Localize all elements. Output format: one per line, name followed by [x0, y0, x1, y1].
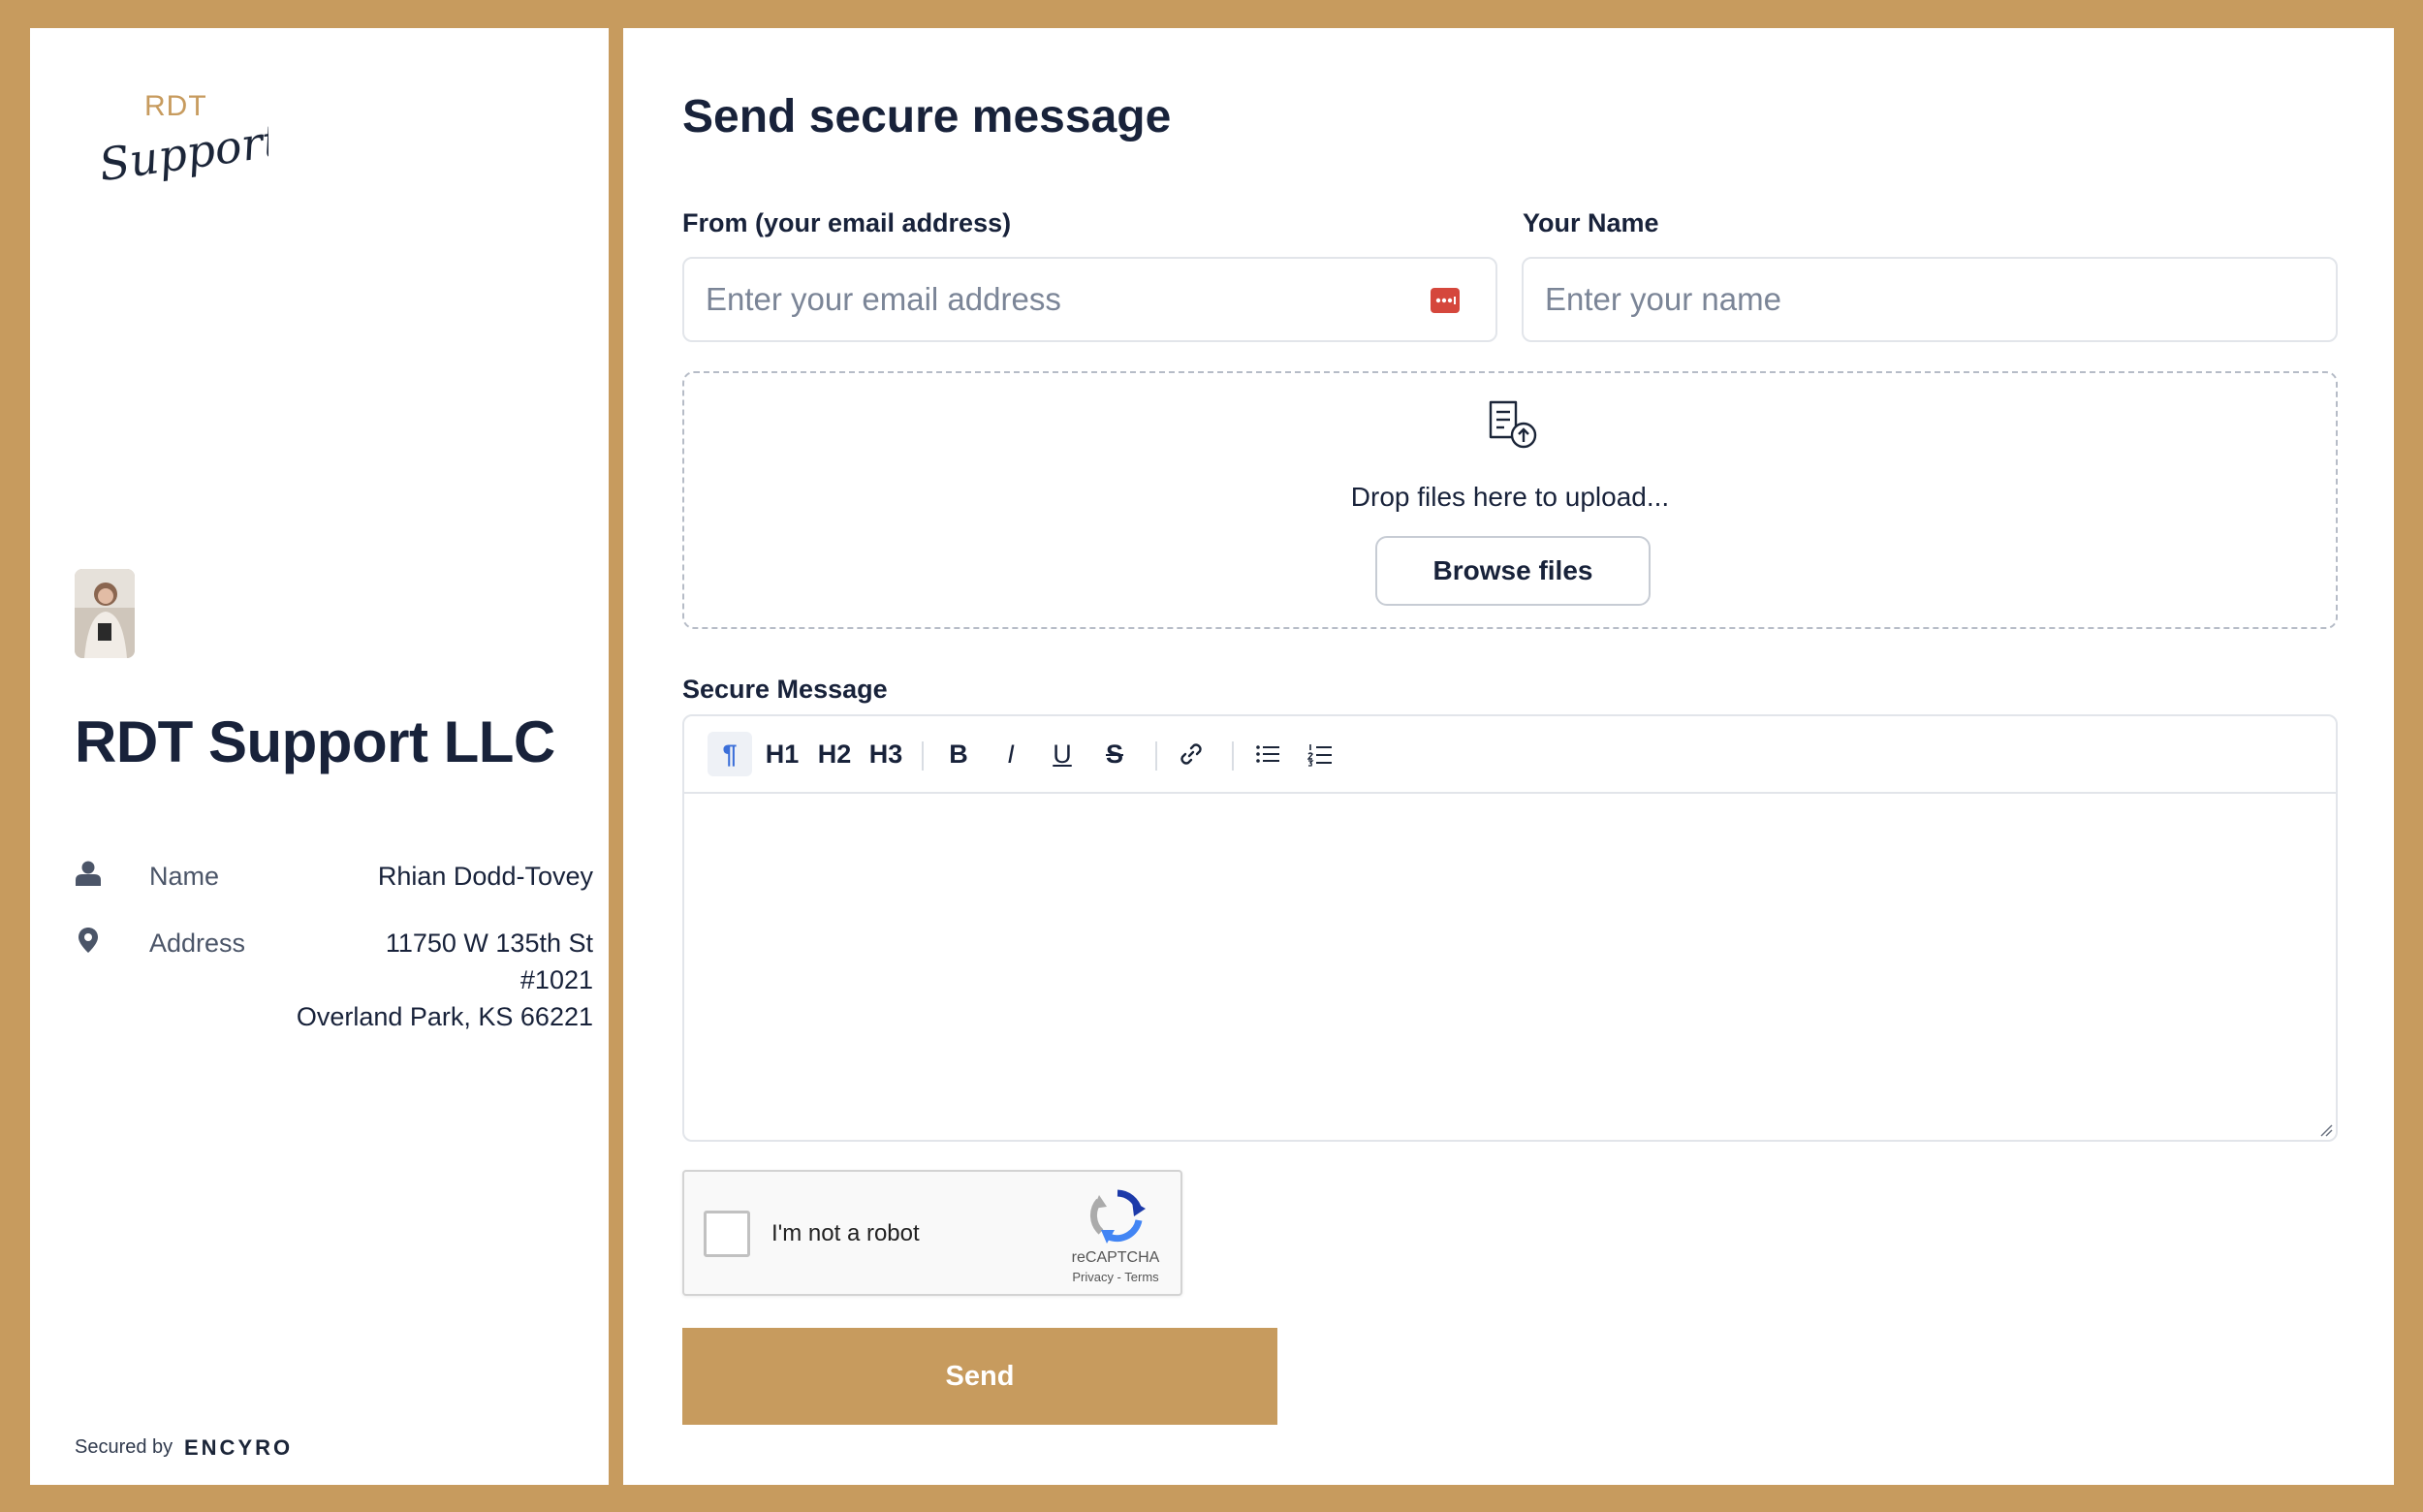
name-label: Name: [149, 862, 220, 891]
underline-button[interactable]: U: [1040, 732, 1085, 776]
svg-text:Support: Support: [96, 114, 268, 192]
address-value: 11750 W 135th St #1021 Overland Park, KS…: [297, 925, 593, 1035]
address-line-1: 11750 W 135th St: [385, 929, 593, 958]
bullet-list-icon[interactable]: [1245, 732, 1290, 776]
recaptcha-widget: I'm not a robot reCAPTCHA Privacy - Term…: [682, 1170, 1182, 1296]
heading1-button[interactable]: H1: [760, 732, 804, 776]
message-form: Send secure message From (your email add…: [623, 28, 2394, 1485]
secure-message-label: Secure Message: [682, 675, 888, 704]
company-sidebar: RDT Support RDT Support LLC Name Rhian D…: [30, 28, 609, 1485]
address-line-2: #1021: [519, 965, 593, 994]
paragraph-button[interactable]: ¶: [708, 732, 752, 776]
name-field[interactable]: [1522, 257, 2338, 342]
toolbar-divider: [1155, 741, 1157, 771]
secured-by: Secured by ENCYRO: [75, 1435, 320, 1459]
recaptcha-brand: reCAPTCHA: [1071, 1249, 1160, 1266]
send-button[interactable]: Send: [682, 1328, 1277, 1425]
address-row: Address 11750 W 135th St #1021 Overland …: [75, 925, 593, 1041]
resize-handle-icon[interactable]: [2319, 1123, 2333, 1137]
file-upload-icon: [1485, 398, 1543, 453]
email-label: From (your email address): [682, 208, 1012, 237]
company-name: RDT Support LLC: [75, 709, 555, 774]
person-icon: [75, 860, 102, 887]
numbered-list-icon[interactable]: [1298, 732, 1342, 776]
secured-by-text: Secured by: [75, 1435, 173, 1458]
recaptcha-icon: [1089, 1187, 1146, 1244]
heading3-button[interactable]: H3: [864, 732, 908, 776]
recaptcha-checkbox[interactable]: [704, 1211, 750, 1257]
strikethrough-button[interactable]: S: [1092, 732, 1137, 776]
bold-button[interactable]: B: [936, 732, 981, 776]
recaptcha-label: I'm not a robot: [771, 1220, 920, 1246]
link-icon[interactable]: [1169, 732, 1213, 776]
avatar: [75, 569, 135, 658]
file-dropzone[interactable]: Drop files here to upload... Browse file…: [682, 371, 2338, 629]
address-line-3: Overland Park, KS 66221: [296, 1002, 593, 1031]
company-logo: RDT Support: [94, 77, 284, 193]
editor-toolbar: ¶ H1 H2 H3 B I U S: [684, 716, 2336, 794]
name-value: Rhian Dodd-Tovey: [377, 862, 593, 891]
message-textarea[interactable]: [684, 794, 2336, 1140]
toolbar-divider: [922, 741, 924, 771]
password-manager-icon[interactable]: [1430, 285, 1461, 316]
italic-button[interactable]: I: [989, 732, 1033, 776]
location-pin-icon: [75, 927, 102, 954]
name-row: Name Rhian Dodd-Tovey: [75, 858, 593, 897]
message-editor: ¶ H1 H2 H3 B I U S: [682, 714, 2338, 1142]
page-title: Send secure message: [682, 91, 1172, 142]
encyro-logo[interactable]: ENCYRO: [184, 1435, 320, 1459]
heading2-button[interactable]: H2: [812, 732, 857, 776]
your-name-label: Your Name: [1523, 208, 1659, 237]
toolbar-divider: [1232, 741, 1234, 771]
svg-text:RDT: RDT: [144, 90, 207, 122]
svg-text:ENCYRO: ENCYRO: [184, 1435, 293, 1459]
recaptcha-privacy-terms[interactable]: Privacy - Terms: [1053, 1270, 1179, 1284]
dropzone-text: Drop files here to upload...: [1350, 482, 1670, 512]
email-field[interactable]: [682, 257, 1497, 342]
address-label: Address: [149, 929, 246, 958]
browse-files-button[interactable]: Browse files: [1375, 536, 1651, 606]
